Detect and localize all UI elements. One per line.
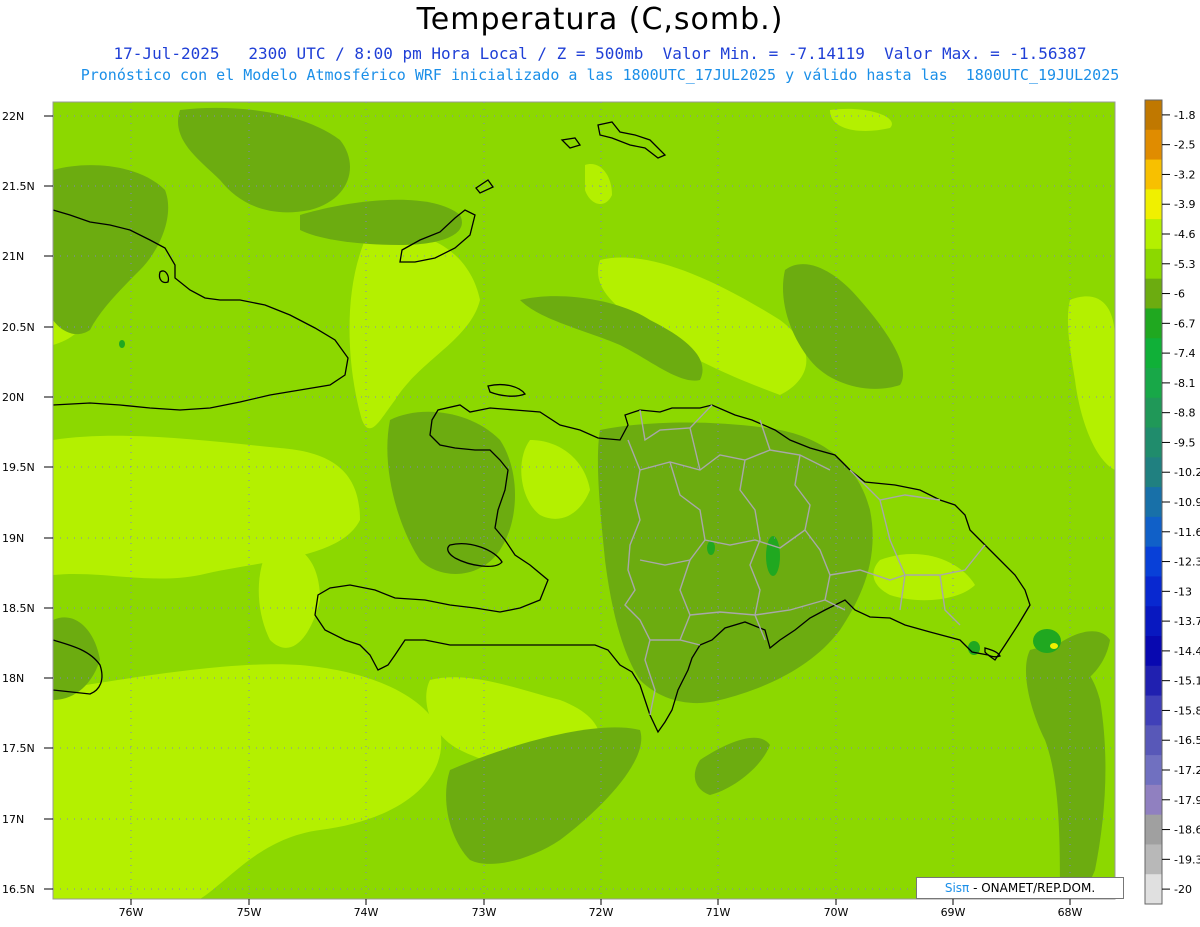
colorbar-label: -4.6 bbox=[1174, 228, 1195, 241]
colorbar-label: -16.5 bbox=[1174, 734, 1200, 747]
colorbar-label: -6 bbox=[1174, 288, 1185, 301]
colorbar-swatch bbox=[1145, 368, 1162, 399]
lon-label: 71W bbox=[706, 906, 731, 919]
colorbar-swatch bbox=[1145, 487, 1162, 518]
lat-label: 18.5N bbox=[2, 602, 35, 615]
colorbar-label: -15.8 bbox=[1174, 704, 1200, 717]
colorbar-swatch bbox=[1145, 755, 1162, 786]
temperature-field bbox=[53, 102, 1115, 899]
colorbar-label: -15.1 bbox=[1174, 675, 1200, 688]
colorbar-swatch bbox=[1145, 814, 1162, 845]
colorbar-label: -9.5 bbox=[1174, 436, 1195, 449]
colorbar-swatch bbox=[1145, 100, 1162, 131]
colorbar-label: -8.1 bbox=[1174, 377, 1195, 390]
colorbar-swatch bbox=[1145, 427, 1162, 458]
colorbar-label: -10.9 bbox=[1174, 496, 1200, 509]
colorbar-swatch bbox=[1145, 338, 1162, 369]
lon-label: 76W bbox=[119, 906, 144, 919]
colorbar-label: -6.7 bbox=[1174, 317, 1195, 330]
map-canvas: 22N 21.5N 21N 20.5N 20N 19.5N 19N 18.5N 18N 17.5N… bbox=[2, 99, 1200, 919]
credit-brand: Sisπ bbox=[944, 881, 970, 895]
colorbar: -1.8 -2.5 -3.2 -3.9 -4.6 -5.3 -6 -6.7 -7.4 -8.1 -8… bbox=[1144, 99, 1200, 905]
colorbar-label: -11.6 bbox=[1174, 526, 1200, 539]
colorbar-swatch bbox=[1145, 516, 1162, 548]
colorbar-swatch bbox=[1145, 576, 1162, 607]
colorbar-swatch bbox=[1145, 397, 1162, 429]
colorbar-label: -2.5 bbox=[1174, 139, 1195, 152]
field-yellow-spot bbox=[1050, 643, 1058, 649]
colorbar-label: -3.2 bbox=[1174, 168, 1195, 181]
lat-label: 17N bbox=[2, 813, 24, 826]
colorbar-label: -8.8 bbox=[1174, 407, 1195, 420]
lat-label: 17.5N bbox=[2, 742, 35, 755]
colorbar-label: -13.7 bbox=[1174, 615, 1200, 628]
colorbar-swatch bbox=[1145, 248, 1162, 280]
lon-label: 68W bbox=[1058, 906, 1083, 919]
colorbar-label: -17.9 bbox=[1174, 794, 1200, 807]
lat-label: 22N bbox=[2, 110, 24, 123]
lon-label: 72W bbox=[589, 906, 614, 919]
colorbar-swatch bbox=[1145, 278, 1162, 309]
lat-label: 20.5N bbox=[2, 321, 35, 334]
colorbar-swatch bbox=[1145, 844, 1162, 875]
credit-box: Sisπ - ONAMET/REP.DOM. bbox=[916, 877, 1124, 899]
colorbar-label: -3.9 bbox=[1174, 198, 1195, 211]
colorbar-swatch bbox=[1145, 457, 1162, 488]
colorbar-swatch bbox=[1145, 129, 1162, 161]
colorbar-label: -12.3 bbox=[1174, 556, 1200, 569]
lon-label: 69W bbox=[941, 906, 966, 919]
lon-label: 74W bbox=[354, 906, 379, 919]
colorbar-label: -7.4 bbox=[1174, 347, 1195, 360]
colorbar-swatch bbox=[1145, 695, 1162, 726]
lon-label: 75W bbox=[237, 906, 262, 919]
credit-text: - ONAMET/REP.DOM. bbox=[969, 881, 1096, 895]
colorbar-label: -10.2 bbox=[1174, 466, 1200, 479]
longitude-labels: 76W 75W 74W 73W 72W 71W 70W 69W 68W bbox=[119, 899, 1083, 919]
latitude-labels: 22N 21.5N 21N 20.5N 20N 19.5N 19N 18.5N 18N 17.5N… bbox=[2, 110, 53, 896]
colorbar-swatch bbox=[1145, 159, 1162, 190]
lat-label: 18N bbox=[2, 672, 24, 685]
lat-label: 19.5N bbox=[2, 461, 35, 474]
colorbar-swatch bbox=[1145, 308, 1162, 339]
colorbar-swatch bbox=[1145, 189, 1162, 220]
colorbar-swatch bbox=[1145, 665, 1162, 697]
colorbar-label: -20 bbox=[1174, 883, 1192, 896]
colorbar-label: -17.2 bbox=[1174, 764, 1200, 777]
colorbar-swatch bbox=[1145, 874, 1162, 905]
colorbar-label: -18.6 bbox=[1174, 824, 1200, 837]
lat-label: 20N bbox=[2, 391, 24, 404]
colorbar-label: -13 bbox=[1174, 585, 1192, 598]
colorbar-swatch bbox=[1145, 636, 1162, 667]
colorbar-label: -14.4 bbox=[1174, 645, 1200, 658]
lat-label: 21.5N bbox=[2, 180, 35, 193]
colorbar-swatch bbox=[1145, 219, 1162, 250]
lat-label: 16.5N bbox=[2, 883, 35, 896]
lat-label: 21N bbox=[2, 250, 24, 263]
lat-label: 19N bbox=[2, 532, 24, 545]
colorbar-swatch bbox=[1145, 784, 1162, 816]
lon-label: 70W bbox=[824, 906, 849, 919]
colorbar-label: -5.3 bbox=[1174, 258, 1195, 271]
lon-label: 73W bbox=[472, 906, 497, 919]
colorbar-swatch bbox=[1145, 546, 1162, 577]
colorbar-swatch bbox=[1145, 725, 1162, 756]
colorbar-label: -1.8 bbox=[1174, 109, 1195, 122]
colorbar-label: -19.3 bbox=[1174, 853, 1200, 866]
colorbar-swatch bbox=[1145, 606, 1162, 637]
